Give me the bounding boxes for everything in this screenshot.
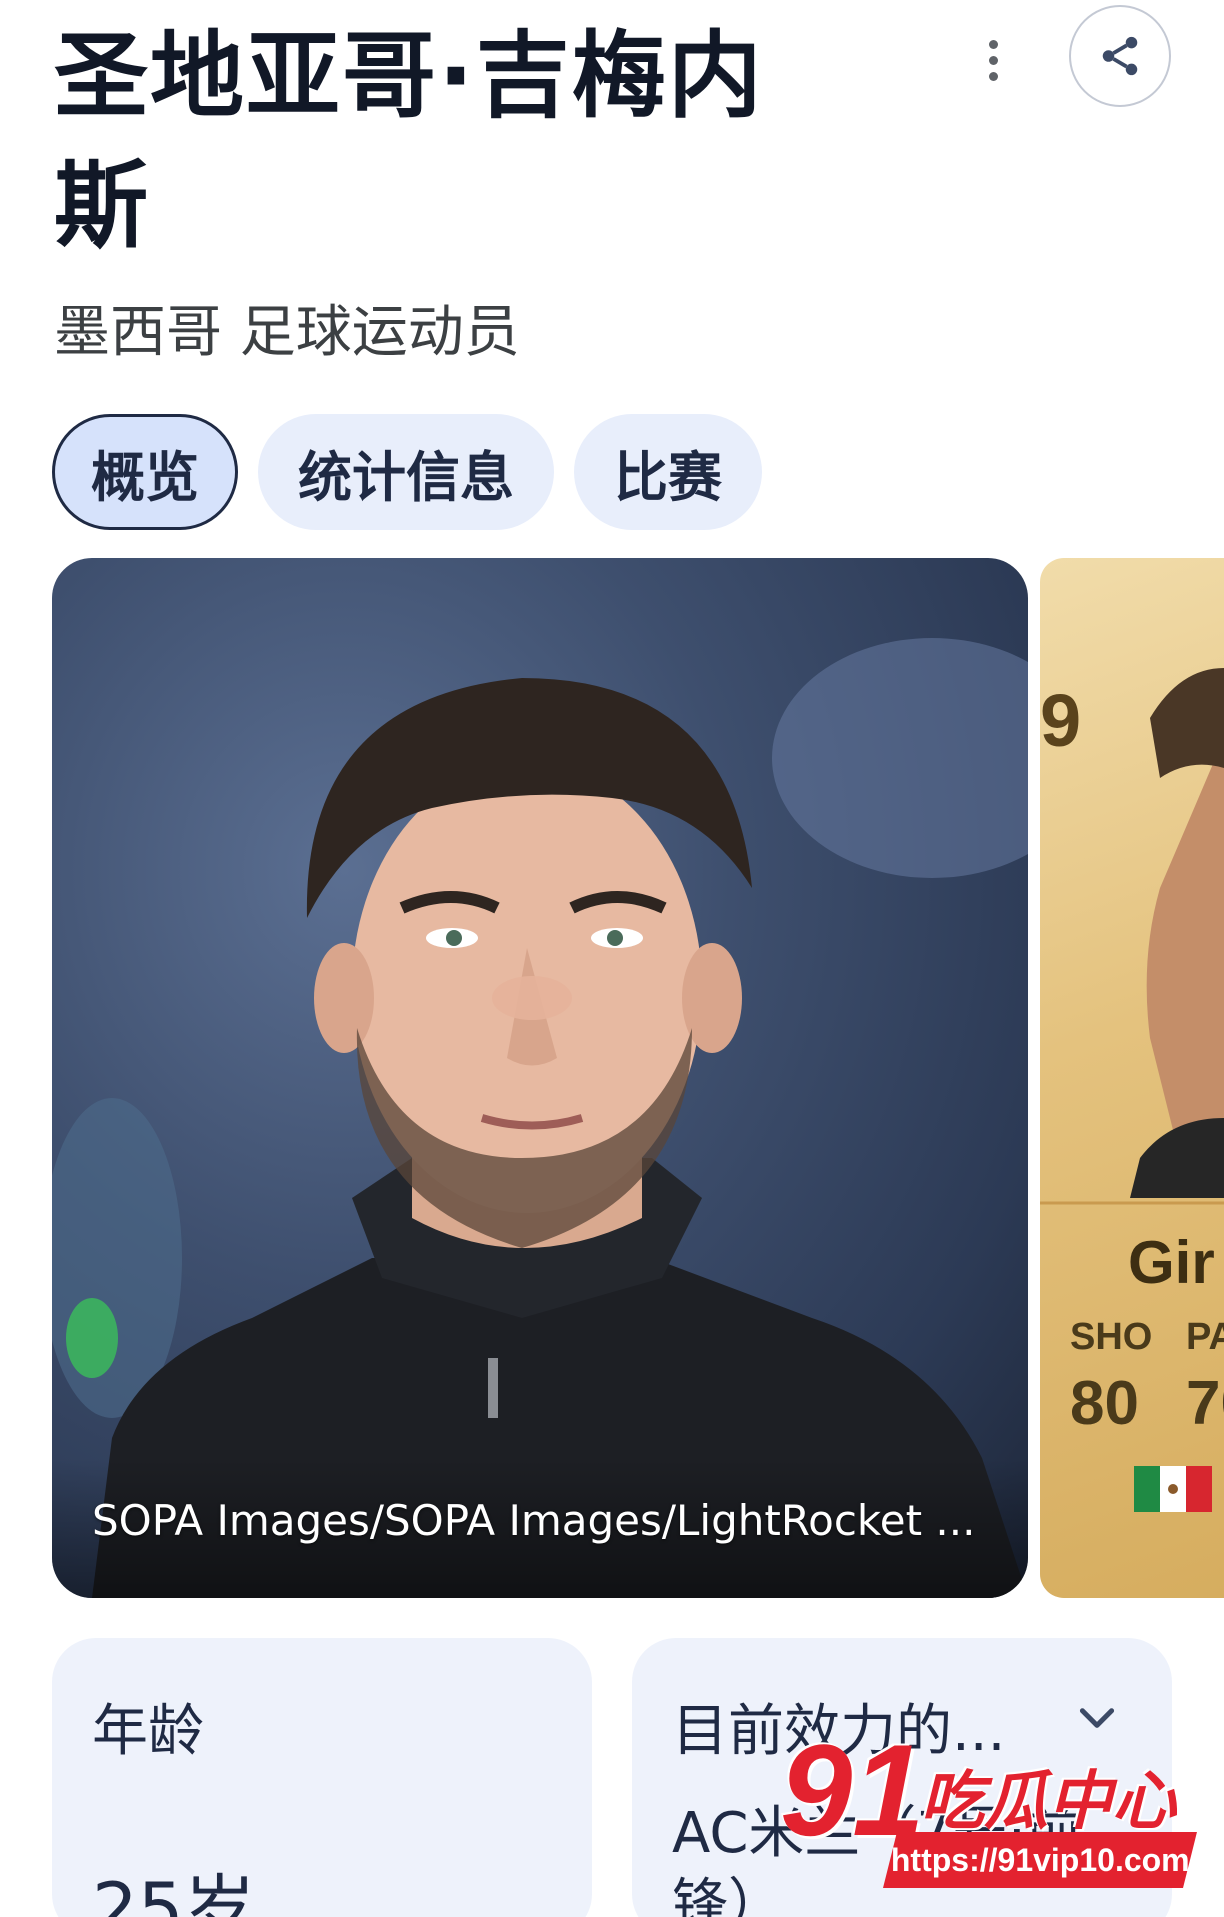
tab-statistics[interactable]: 统计信息 xyxy=(258,414,554,530)
card-stat-label: PA xyxy=(1186,1316,1224,1358)
watermark-text: 吃瓜中心 xyxy=(920,1765,1176,1839)
card-stat-label: SHO xyxy=(1070,1316,1153,1358)
tab-bar: 概览 统计信息 比赛 xyxy=(52,414,762,530)
player-photo xyxy=(52,558,1028,1598)
card-rating-number: 9 xyxy=(1040,679,1082,762)
tab-overview[interactable]: 概览 xyxy=(52,414,238,530)
player-card-image[interactable]: 9 Gir SHO 80 PA 70 xyxy=(1040,558,1224,1598)
watermark-url: https://91vip10.com xyxy=(883,1832,1197,1888)
entity-subtitle: 墨西哥 足球运动员 xyxy=(54,300,520,365)
image-credit: SOPA Images/SOPA Images/LightRocket ... xyxy=(92,1496,976,1545)
age-card[interactable]: 年龄 25岁 xyxy=(52,1638,592,1917)
player-image-card[interactable]: SOPA Images/SOPA Images/LightRocket ... xyxy=(52,558,1028,1598)
share-icon xyxy=(1102,36,1138,76)
card-stat-value: 80 xyxy=(1070,1369,1139,1438)
share-button[interactable] xyxy=(1069,5,1171,107)
card-stat-value: 70 xyxy=(1186,1369,1224,1438)
age-value: 25岁 xyxy=(92,1867,256,1917)
more-vert-icon[interactable] xyxy=(968,28,1018,92)
watermark-url-text: https://91vip10.com xyxy=(890,1841,1190,1878)
page-title: 圣地亚哥·吉梅内斯 xyxy=(54,22,764,261)
mexico-flag-icon xyxy=(1134,1466,1212,1512)
tab-matches[interactable]: 比赛 xyxy=(574,414,762,530)
card-player-name: Gir xyxy=(1128,1229,1215,1296)
age-label: 年龄 xyxy=(92,1699,204,1764)
watermark: 91 吃瓜中心 https://91vip10.com xyxy=(780,1720,1210,1910)
